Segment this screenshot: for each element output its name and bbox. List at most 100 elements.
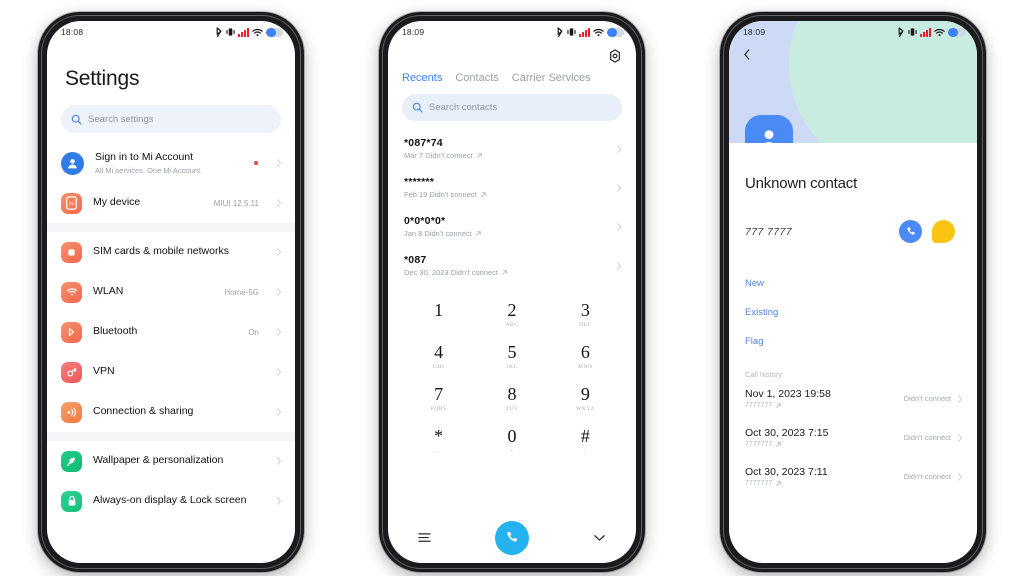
list-item[interactable]: 0*0*0*0* Jan 8 Didn't connect: [388, 207, 636, 246]
search-contacts-input[interactable]: Search contacts: [402, 94, 622, 121]
history-number: 7777777: [745, 441, 904, 448]
key-1[interactable]: 1: [402, 295, 475, 333]
chevron-right-icon: [958, 433, 962, 442]
sidebar-item-connection-sharing[interactable]: Connection & sharing: [47, 392, 295, 432]
page-title: Unknown contact: [745, 175, 858, 192]
chevron-right-icon: [617, 261, 621, 270]
row-text: Connection & sharing: [93, 405, 248, 418]
status-bar: 18:09: [388, 21, 636, 43]
sidebar-item-aod-lockscreen[interactable]: Always-on display & Lock screen: [47, 481, 295, 521]
history-text: Oct 30, 2023 7:11 7777777: [745, 466, 904, 487]
key-hash[interactable]: #;: [549, 421, 622, 459]
chevron-down-icon[interactable]: [593, 533, 606, 542]
call-number: 0*0*0*0*: [404, 215, 446, 227]
row-label: Connection & sharing: [93, 405, 194, 418]
dialpad: 1 2 ABC 3 DEF 4 GHI 5 JKL 6 MNO 7 PQRS 8 TUV 9 W…: [388, 295, 636, 459]
row-label: WLAN: [93, 285, 124, 298]
key-star[interactable]: *,: [402, 421, 475, 459]
sim-icon: [61, 241, 82, 263]
call-number: *087*74: [404, 137, 443, 149]
list-item[interactable]: Oct 30, 2023 7:11 7777777 Didn't connect: [729, 457, 977, 496]
battery-icon: [607, 27, 624, 37]
hamburger-icon[interactable]: [418, 532, 431, 543]
status-time: 18:09: [743, 27, 766, 37]
chevron-left-icon[interactable]: [743, 49, 751, 60]
phone-icon: [906, 226, 915, 235]
call-detail-text: Dec 30, 2023 Didn't connect: [404, 268, 498, 277]
bluetooth-icon: [898, 26, 904, 37]
list-item[interactable]: *087*74 Mar 7 Didn't connect: [388, 129, 636, 168]
call-button[interactable]: [899, 220, 922, 243]
link-existing[interactable]: Existing: [745, 298, 977, 327]
key-letters: DEF: [579, 322, 592, 328]
key-0[interactable]: 0 +: [475, 421, 548, 459]
group-divider: [47, 432, 295, 441]
sidebar-item-wallpaper[interactable]: Wallpaper & personalization: [47, 441, 295, 481]
search-icon: [71, 114, 82, 124]
tab-recents[interactable]: Recents: [402, 72, 442, 84]
key-digit: 6: [580, 342, 590, 362]
tab-contacts[interactable]: Contacts: [455, 72, 498, 84]
list-item[interactable]: ******* Feb 19 Didn't connect: [388, 168, 636, 207]
call-text: ******* Feb 19 Didn't connect: [404, 176, 615, 199]
key-8[interactable]: 8 TUV: [475, 379, 548, 417]
key-digit: 3: [580, 300, 590, 320]
chevron-right-icon: [277, 248, 281, 256]
call-text: *087*74 Mar 7 Didn't connect: [404, 137, 615, 160]
dialer-tabs: Recents Contacts Carrier Services: [388, 63, 636, 84]
key-3[interactable]: 3 DEF: [549, 295, 622, 333]
contact-number-row: 777 7777: [729, 192, 977, 243]
list-item[interactable]: *087 Dec 30, 2023 Didn't connect: [388, 246, 636, 285]
tab-carrier-services[interactable]: Carrier Services: [512, 72, 591, 84]
sidebar-item-sim[interactable]: SIM cards & mobile networks: [47, 232, 295, 272]
account-label: Sign in to Mi Account: [95, 151, 194, 164]
row-mi-account[interactable]: Sign in to Mi Account All Mi services. O…: [47, 143, 295, 183]
key-letters: ;: [584, 448, 587, 454]
settings-screen: 18:08 Settings Search settings Sign in t…: [47, 21, 295, 563]
dialer-action-bar: [388, 513, 636, 563]
key-2[interactable]: 2 ABC: [475, 295, 548, 333]
row-my-device[interactable]: mi My device MIUI 12.5.11: [47, 183, 295, 223]
key-4[interactable]: 4 GHI: [402, 337, 475, 375]
link-flag[interactable]: Flag: [745, 327, 977, 356]
sidebar-item-wlan[interactable]: WLAN Home-5G: [47, 272, 295, 312]
history-number: 7777777: [745, 480, 904, 487]
history-number-text: 7777777: [745, 441, 773, 448]
row-label: Wallpaper & personalization: [93, 454, 224, 467]
device-label: My device: [93, 196, 141, 209]
key-9[interactable]: 9 WXYZ: [549, 379, 622, 417]
key-5[interactable]: 5 JKL: [475, 337, 548, 375]
notification-dot: [254, 161, 258, 165]
link-new[interactable]: New: [745, 269, 977, 298]
phone-settings: 18:08 Settings Search settings Sign in t…: [38, 12, 304, 572]
key-7[interactable]: 7 PQRS: [402, 379, 475, 417]
key-6[interactable]: 6 MNO: [549, 337, 622, 375]
call-detail: Feb 19 Didn't connect: [404, 190, 615, 199]
outgoing-call-icon: [502, 270, 507, 275]
list-item[interactable]: Nov 1, 2023 19:58 7777777 Didn't connect: [729, 379, 977, 418]
dialer-settings-button[interactable]: [388, 43, 636, 63]
sidebar-item-vpn[interactable]: VPN: [47, 352, 295, 392]
call-button[interactable]: [495, 521, 529, 555]
history-date: Oct 30, 2023 7:15: [745, 427, 829, 439]
vibrate-icon: [567, 28, 576, 36]
wifi-icon: [934, 28, 945, 36]
history-number-text: 7777777: [745, 480, 773, 487]
contact-actions: [899, 220, 955, 243]
outgoing-call-icon: [480, 192, 486, 197]
row-label: VPN: [93, 365, 115, 378]
outgoing-call-icon: [475, 231, 481, 236]
key-letters: WXYZ: [575, 406, 595, 412]
list-item[interactable]: Oct 30, 2023 7:15 7777777 Didn't connect: [729, 418, 977, 457]
bluetooth-icon: [61, 321, 82, 343]
chevron-right-icon: [277, 328, 281, 336]
search-settings-input[interactable]: Search settings: [61, 105, 281, 133]
avatar: [745, 115, 793, 143]
chevron-right-icon: [277, 457, 281, 465]
sidebar-item-bluetooth[interactable]: Bluetooth On: [47, 312, 295, 352]
message-button[interactable]: [932, 220, 955, 243]
signal-icon: [579, 27, 590, 37]
vpn-key-icon: [61, 361, 82, 383]
row-text: SIM cards & mobile networks: [93, 245, 248, 258]
key-letters: ,: [437, 448, 440, 454]
